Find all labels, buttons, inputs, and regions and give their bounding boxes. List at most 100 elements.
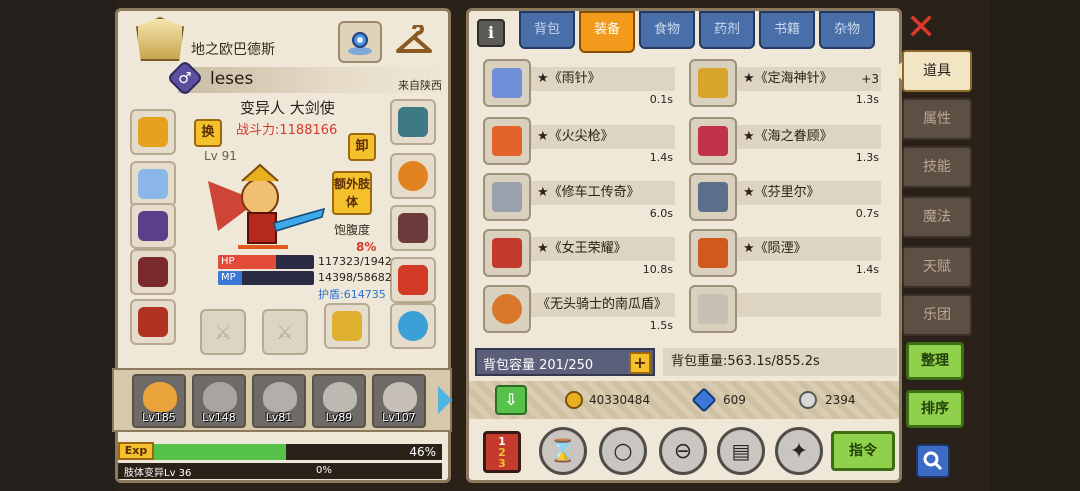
item-name: ★《芬里尔》 [733,181,881,205]
equip-slot-belt[interactable] [390,205,436,251]
item-duration: 1.3s [855,93,879,106]
tab-books[interactable]: 书籍 [759,11,815,49]
item-card[interactable]: 《无头骑士的南瓜盾》 1.5s [475,285,681,339]
equip-slot-boots[interactable] [390,257,436,303]
swap-button[interactable]: 换 [194,119,222,147]
item-card[interactable]: ★《陨湮》 1.4s [681,229,887,283]
mp-label: MP [221,272,236,283]
guild-emblem-icon[interactable] [136,17,184,61]
equip-slot-gloves[interactable] [130,299,176,345]
item-name: ★《火尖枪》 [527,125,675,149]
hero-sprite [198,151,328,261]
item-duration: 0.1s [649,93,673,106]
item-duration: 1.3s [855,151,879,164]
hp-bar: HP [218,255,314,269]
equip-slot-ring[interactable] [390,303,436,349]
party-next-arrow-icon[interactable] [438,386,452,414]
tab-equipment[interactable]: 装备 [579,11,635,53]
bow-icon [332,311,362,341]
item-duration: 1.5s [649,319,673,332]
number-sort-icon[interactable]: 1 2 3 [483,431,521,473]
weapon-slot-2[interactable]: ⚔ [262,309,308,355]
sort-button[interactable]: 排序 [906,390,964,428]
equip-slot-pet[interactable] [390,153,436,199]
sword-placeholder-icon: ⚔ [214,320,232,344]
needle-icon [483,59,531,107]
side-tab-attributes[interactable]: 属性 [902,98,972,140]
expand-capacity-button[interactable]: + [629,352,651,374]
item-card[interactable]: ★《女王荣耀》 10.8s [475,229,681,283]
staff-icon [689,59,737,107]
party-member-2[interactable]: Lv148 [192,374,246,428]
item-card[interactable]: ★《芬里尔》 0.7s [681,173,887,227]
weapon-slot-bow[interactable] [324,303,370,349]
item-duration: 0.7s [855,207,879,220]
party-member-5[interactable]: Lv107 [372,374,426,428]
item-card[interactable]: ★《海之眷顾》 1.3s [681,117,887,171]
tab-food[interactable]: 食物 [639,11,695,49]
item-duration: 1.4s [649,151,673,164]
item-card[interactable]: ★《雨针》 0.1s [475,59,681,113]
item-name: ★《修车工传奇》 [527,181,675,205]
party-member-1[interactable]: Lv185 [132,374,186,428]
compass-icon[interactable]: ✦ [775,427,823,475]
close-icon[interactable]: ✕ [906,10,936,46]
exp-badge: Exp [118,442,154,460]
equip-slot-armor[interactable] [130,249,176,295]
book-icon[interactable]: ▤ [717,427,765,475]
gauntlet-icon [138,307,168,337]
wings-icon [138,211,168,241]
magnifier-icon[interactable]: ○ [599,427,647,475]
party-bar: Lv185 Lv148 Lv81 Lv89 Lv107 [112,368,452,432]
ring-icon [398,311,428,341]
equip-slot-crest[interactable] [390,99,436,145]
hourglass-icon[interactable]: ⌛ [539,427,587,475]
game-background-left [0,0,115,491]
satiety-value: 8% [356,240,377,254]
side-tab-talent[interactable]: 天赋 [902,246,972,288]
side-tab-skills[interactable]: 技能 [902,146,972,188]
equip-slot-cape[interactable] [130,203,176,249]
player-name: leses [210,69,254,89]
party-member-3[interactable]: Lv81 [252,374,306,428]
silver-amount: 2394 [825,393,856,407]
item-card-empty[interactable] [681,285,887,339]
search-icon [923,451,943,471]
item-card[interactable]: ★《修车工传奇》 6.0s [475,173,681,227]
item-card[interactable]: ★《定海神针》 +3 1.3s [681,59,887,113]
extra-limb-button[interactable]: 额外肢体 [332,171,372,215]
shield-value: 护盾:614735 [318,288,386,301]
item-card[interactable]: ★《火尖枪》 1.4s [475,117,681,171]
side-tab-band[interactable]: 乐团 [902,294,972,336]
tab-misc[interactable]: 杂物 [819,11,875,49]
diamond-amount: 609 [723,393,746,407]
party-member-4[interactable]: Lv89 [312,374,366,428]
organize-button[interactable]: 整理 [906,342,964,380]
beacon-icon[interactable] [338,21,382,63]
race-class-label: 变异人 大剑使 [240,99,335,117]
tab-backpack[interactable]: 背包 [519,11,575,49]
search-button[interactable] [916,444,950,478]
tab-potion[interactable]: 药剂 [699,11,755,49]
side-tab-items[interactable]: 道具 [902,50,972,92]
empty-slot-icon [689,285,737,333]
backpack-weight: 背包重量:563.1s/855.2s [663,348,897,376]
side-tab-magic[interactable]: 魔法 [902,196,972,238]
unequip-button[interactable]: 卸 [348,133,376,161]
zoom-out-icon[interactable]: ⊖ [659,427,707,475]
command-button[interactable]: 指令 [831,431,895,471]
flail-icon [689,229,737,277]
shield-icon [483,229,531,277]
item-name: ★《女王荣耀》 [527,237,675,261]
hero-portrait [203,382,237,412]
deposit-down-icon[interactable]: ⇩ [495,385,527,415]
exp-bar: 46% [154,444,442,460]
item-upgrade: +3 [861,72,879,86]
silver-coin-icon [799,391,817,409]
equip-slot-accessory[interactable] [130,161,176,207]
info-button[interactable]: i [477,19,505,47]
weapon-slot-1[interactable]: ⚔ [200,309,246,355]
hanger-icon[interactable] [392,21,436,63]
equip-slot-head[interactable] [130,109,176,155]
item-name: ★《陨湮》 [733,237,881,261]
